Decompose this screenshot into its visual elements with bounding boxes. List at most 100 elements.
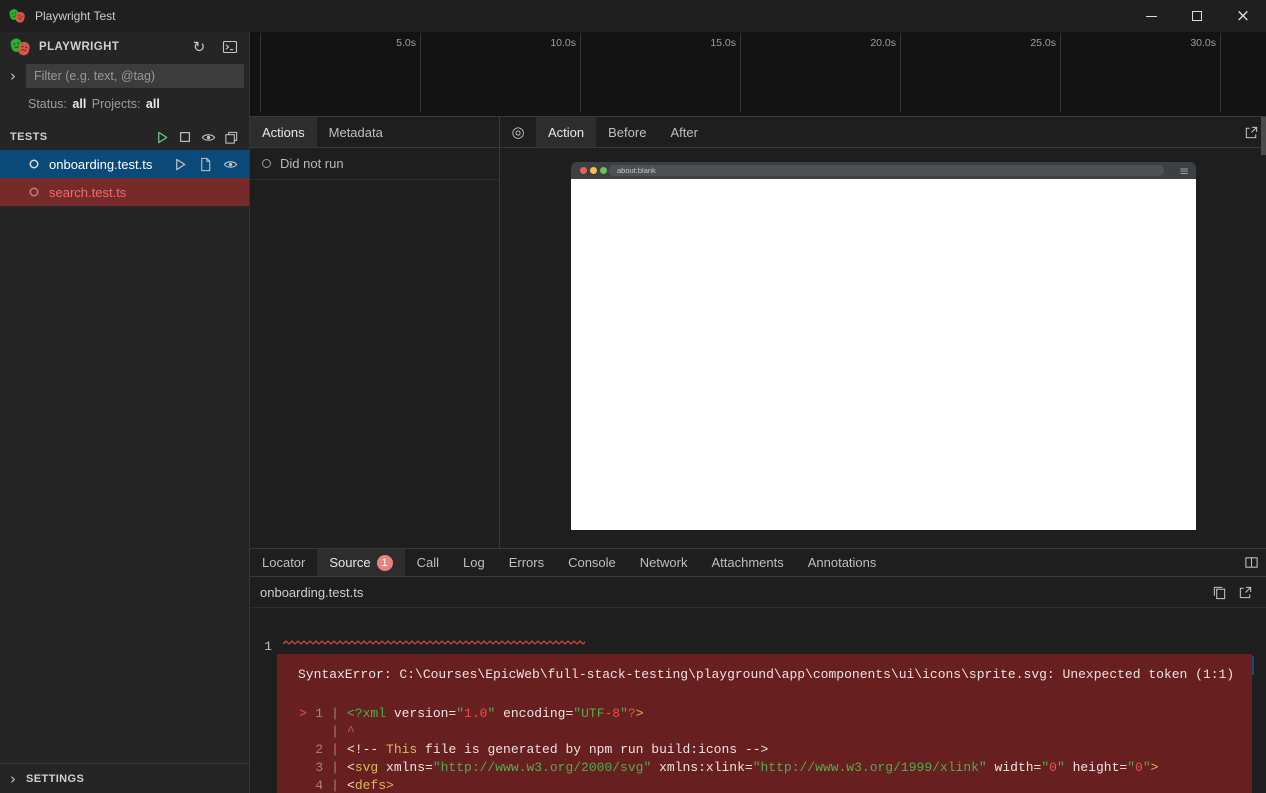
tab-action[interactable]: Action [536,117,596,147]
open-external-icon [1238,585,1253,600]
settings-title: SETTINGS [26,773,84,785]
source-line-1: 1 import { faker } from '@faker-js/faker… [250,618,1266,637]
open-source-button[interactable] [1232,585,1258,600]
details-tabbar: Locator Source 1 Call Log Errors Console… [250,549,1266,577]
minimize-button[interactable] [1128,0,1174,32]
traffic-light-maximize-icon [600,167,607,174]
stop-button[interactable] [175,127,195,147]
settings-section[interactable]: › SETTINGS [0,763,249,793]
tab-label: Locator [262,555,305,570]
filter-input[interactable] [26,64,244,88]
timeline-gridline: 15.0s [740,33,741,112]
stop-icon [178,130,192,144]
tab-annotations[interactable]: Annotations [796,549,889,576]
collapse-all-icon [224,130,239,145]
browser-chrome: about:blank ≡ [571,162,1196,179]
circle-status-icon [262,159,271,168]
test-status-icon [28,158,40,170]
frame-line-1: >1|<?xml version="1.0" encoding="UTF-8"?… [277,705,1252,723]
traffic-light-minimize-icon [590,167,597,174]
projects-label: Projects: [92,97,141,111]
filter-row: › [0,62,249,90]
page-url: about:blank [617,166,656,175]
status-label: Status: [28,97,67,111]
tab-source[interactable]: Source 1 [317,549,404,576]
error-count-badge: 1 [377,555,393,571]
play-icon [173,157,188,172]
reload-tests-button[interactable]: ↻ [188,36,210,58]
sidebar: PLAYWRIGHT ↻ › Status: all Projects: all… [0,32,250,793]
page-content [571,179,1196,530]
tab-actions[interactable]: Actions [250,117,317,147]
tab-errors[interactable]: Errors [497,549,556,576]
error-message: SyntaxError: C:\Courses\EpicWeb\full-sta… [277,654,1252,683]
actions-tabbar: Actions Metadata [250,117,499,148]
frame-line-4: 4|<defs> [277,777,1252,793]
watch-all-button[interactable] [198,127,218,147]
minimize-icon [1146,16,1157,17]
tab-label: Call [417,555,439,570]
refresh-icon: ↻ [193,38,206,56]
run-all-button[interactable] [152,127,172,147]
traffic-light-close-icon [580,167,587,174]
browser-snapshot: about:blank ≡ [571,162,1196,530]
close-button[interactable]: × [1220,0,1266,32]
run-test-button[interactable] [170,154,191,175]
frame-caret-line: |^ [277,723,1252,741]
tab-label: Errors [509,555,544,570]
actions-panel: Actions Metadata Did not run [250,117,500,548]
maximize-icon [1192,11,1202,21]
tab-attachments[interactable]: Attachments [699,549,795,576]
tab-label: After [670,125,697,140]
line-number: 1 [250,637,272,656]
tab-log[interactable]: Log [451,549,497,576]
tab-network[interactable]: Network [628,549,700,576]
tab-label: Actions [262,125,305,140]
target-icon: ◎ [511,123,524,141]
tab-console[interactable]: Console [556,549,628,576]
tab-label: Annotations [808,555,877,570]
tab-label: Attachments [711,555,783,570]
chevron-right-icon: › [0,770,26,788]
pick-locator-button[interactable]: ◎ [500,117,536,147]
tab-label: Action [548,125,584,140]
test-item-onboarding[interactable]: onboarding.test.ts [0,150,249,178]
maximize-button[interactable] [1174,0,1220,32]
timeline-gridline: 10.0s [580,33,581,112]
error-box: SyntaxError: C:\Courses\EpicWeb\full-sta… [277,654,1252,793]
source-viewer: 1 import { faker } from '@faker-js/faker… [250,608,1266,793]
collapse-all-button[interactable] [221,127,241,147]
tab-locator[interactable]: Locator [250,549,317,576]
watch-test-button[interactable] [220,154,241,175]
split-columns-icon [1244,555,1259,570]
eye-icon [201,130,216,145]
frame-line-2: 2|<!-- This file is generated by npm run… [277,741,1252,759]
source-filename-bar: onboarding.test.ts [250,577,1266,608]
tab-metadata[interactable]: Metadata [317,117,395,147]
timeline-gridline: 25.0s [1060,33,1061,112]
window-title: Playwright Test [35,9,115,23]
status-value[interactable]: all [72,97,86,111]
timeline-tick-label: 25.0s [1030,37,1056,49]
timeline-tick-label: 20.0s [870,37,896,49]
scrollbar-thumb[interactable] [1261,117,1266,155]
tests-section-title: TESTS [10,131,149,143]
split-view-button[interactable] [1236,549,1266,576]
timeline[interactable]: 5.0s 10.0s 15.0s 20.0s 25.0s 30.0s [250,32,1266,117]
test-status-icon [28,186,40,198]
source-filename: onboarding.test.ts [260,585,1206,600]
show-source-button[interactable] [195,154,216,175]
chevron-right-icon[interactable]: › [0,67,26,85]
tests-section-header: TESTS [0,124,249,150]
copy-path-button[interactable] [1206,585,1232,600]
toggle-output-button[interactable] [219,36,241,58]
test-item-search[interactable]: search.test.ts [0,178,249,206]
sidebar-header: PLAYWRIGHT ↻ [0,32,249,62]
tab-label: Source [329,555,370,570]
projects-value[interactable]: all [146,97,160,111]
tab-after[interactable]: After [658,117,709,147]
tab-call[interactable]: Call [405,549,451,576]
details-panel: Locator Source 1 Call Log Errors Console… [250,548,1266,793]
tab-before[interactable]: Before [596,117,658,147]
timeline-gridline [260,33,261,112]
